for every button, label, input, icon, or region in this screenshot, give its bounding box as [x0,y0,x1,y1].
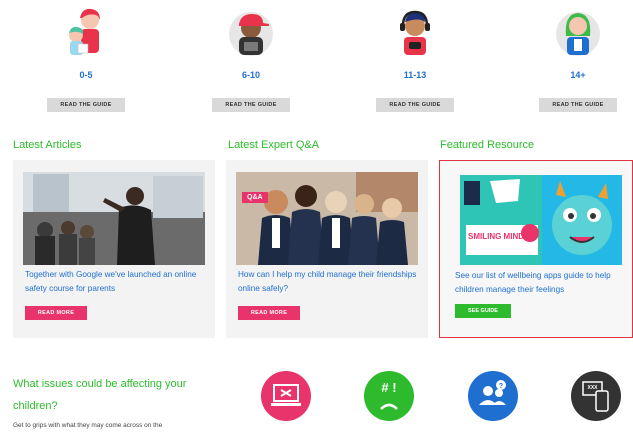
read-guide-button[interactable]: READ THE GUIDE [539,98,617,112]
read-guide-button[interactable]: READ THE GUIDE [212,98,290,112]
read-guide-button[interactable]: READ THE GUIDE [47,98,125,112]
article-text[interactable]: Together with Google we've launched an o… [25,268,210,296]
age-guides-row: 0-5 READ THE GUIDE 6-10 READ THE GUIDE 1… [0,0,633,118]
smiling-mind-logo-text: SMILING MIND [468,232,524,241]
age-label: 14+ [570,70,586,80]
age-label: 11-13 [403,70,427,80]
featured-image[interactable]: SMILING MIND [460,175,622,265]
featured-resource-title: Featured Resource [440,139,535,151]
featured-text[interactable]: See our list of wellbeing apps guide to … [455,269,631,297]
age-guide-0-5: 0-5 READ THE GUIDE [46,0,126,112]
latest-qa-title: Latest Expert Q&A [228,139,320,151]
issues-description: Get to grips with what they may come acr… [13,422,163,429]
featured-card[interactable]: SMILING MIND See our list of wellbeing a… [439,160,633,338]
people-question-icon[interactable]: ? [468,371,518,421]
teen-avatar-icon[interactable] [552,6,604,62]
age-guide-14-plus: 14+ READ THE GUIDE [538,0,618,112]
qa-text[interactable]: How can I help my child manage their fri… [238,268,423,296]
age-guide-6-10: 6-10 READ THE GUIDE [211,0,291,112]
cyberbullying-sad-icon[interactable]: # ! [364,371,414,421]
child-with-headphones-avatar-icon[interactable] [389,6,441,62]
phone-xxx-icon[interactable]: XXX [571,371,621,421]
age-label: 0-5 [79,70,93,80]
read-more-button[interactable]: READ MORE [25,306,87,320]
qa-photo[interactable]: Q&A [236,172,418,265]
svg-text:?: ? [499,383,503,390]
phone-xxx-label: XXX [587,385,598,391]
article-card[interactable]: Together with Google we've launched an o… [13,160,215,338]
child-with-cap-avatar-icon[interactable] [225,6,277,62]
qa-badge: Q&A [242,192,268,203]
age-guide-11-13: 11-13 READ THE GUIDE [375,0,455,112]
age-label: 6-10 [241,70,260,80]
see-guide-button[interactable]: SEE GUIDE [455,304,511,318]
laptop-warning-icon[interactable] [261,371,311,421]
article-photo[interactable] [23,172,205,265]
read-more-button[interactable]: READ MORE [238,306,300,320]
parent-and-child-avatar-icon[interactable] [60,6,112,62]
issues-title: What issues could be affecting your chil… [13,378,187,412]
latest-articles-title: Latest Articles [13,139,82,151]
read-guide-button[interactable]: READ THE GUIDE [376,98,454,112]
qa-card[interactable]: Q&A How can I help my child manage their… [226,160,428,338]
